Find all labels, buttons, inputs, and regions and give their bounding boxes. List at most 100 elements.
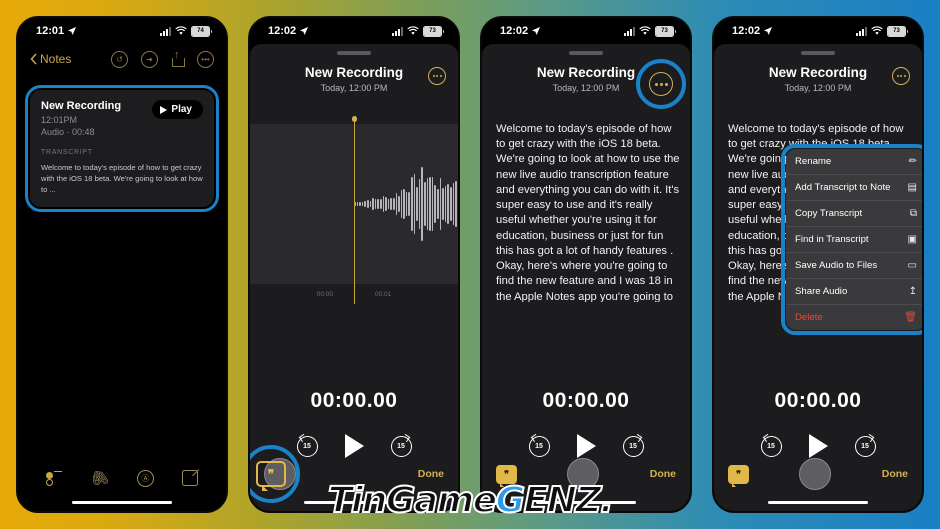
sheet-grabber[interactable] <box>801 51 835 55</box>
signal-icon <box>624 26 635 36</box>
status-bar: 12:02 73 <box>714 18 922 44</box>
back-to-notes-button[interactable]: Notes <box>30 52 71 66</box>
share-icon[interactable] <box>171 50 185 67</box>
skip-back-15-icon[interactable]: 15 <box>760 435 782 457</box>
more-options-icon[interactable]: ••• <box>197 50 214 68</box>
sheet-grabber[interactable] <box>337 51 371 55</box>
skip-forward-15-icon[interactable]: 15 <box>622 435 644 457</box>
battery-icon: 74 <box>191 25 212 37</box>
phone-recording-transcript: 12:02 73 New Recording Today, 12:00 PM W… <box>480 16 692 513</box>
status-bar: 12:02 73 <box>482 18 690 44</box>
sheet-subtitle: Today, 12:00 PM <box>784 83 852 93</box>
undo-icon[interactable]: ↺ <box>111 50 128 68</box>
signal-icon <box>160 26 171 36</box>
playback-timer: 00:00.00 <box>310 389 398 412</box>
home-indicator <box>72 500 172 504</box>
done-button[interactable]: Done <box>882 468 908 480</box>
waveform-end-time: 00:01 <box>375 291 392 298</box>
done-button[interactable]: Done <box>418 468 444 480</box>
transcript-preview: Welcome to today's episode of how to get… <box>41 163 203 194</box>
transcript-label: TRANSCRIPT <box>41 149 93 156</box>
waveform-time-labels: 00:00 00:01 <box>250 291 458 298</box>
highlight-ring <box>781 144 922 335</box>
skip-back-15-icon[interactable]: 15 <box>296 435 318 457</box>
record-button[interactable] <box>799 458 832 490</box>
skip-back-15-icon[interactable]: 15 <box>528 435 550 457</box>
recording-time: 12:01PM <box>41 115 78 125</box>
recording-card-container: New Recording 12:01PM Audio · 00:48 Play… <box>25 85 219 212</box>
more-options-icon[interactable] <box>892 67 910 85</box>
recording-title: New Recording <box>41 100 122 112</box>
paperclip-icon[interactable]: 🖇 <box>87 466 112 489</box>
location-arrow-icon <box>532 27 541 35</box>
sheet-bottom-bar: ❞ Done <box>714 458 922 490</box>
watermark-part2: G <box>495 479 527 522</box>
recording-sheet: New Recording Today, 12:00 PM Welcome to… <box>714 44 922 511</box>
checklist-icon[interactable] <box>45 471 62 486</box>
watermark-part3: ENZ. <box>523 479 615 522</box>
location-arrow-icon <box>764 27 773 35</box>
wifi-icon <box>639 26 651 35</box>
recording-card[interactable]: New Recording 12:01PM Audio · 00:48 Play… <box>30 90 214 207</box>
done-button[interactable]: Done <box>650 468 676 480</box>
sheet-grabber[interactable] <box>569 51 603 55</box>
watermark-part1: TinGame <box>327 479 498 522</box>
playback-timer: 00:00.00 <box>774 389 862 412</box>
location-arrow-icon <box>68 27 77 35</box>
status-time: 12:02 <box>500 25 529 37</box>
skip-forward-15-icon[interactable]: 15 <box>390 435 412 457</box>
notes-nav-bar: Notes ↺ ➜ ••• <box>18 44 226 74</box>
status-bar: 12:01 74 <box>18 18 226 44</box>
redo-icon[interactable]: ➜ <box>141 50 158 68</box>
sheet-subtitle: Today, 12:00 PM <box>320 83 388 93</box>
play-label: Play <box>171 104 192 115</box>
notes-bottom-toolbar: 🖇 Ⓐ <box>18 461 226 495</box>
compose-icon[interactable] <box>181 470 198 486</box>
transcript-text[interactable]: Welcome to today's episode of how to get… <box>496 122 680 302</box>
more-options-icon[interactable] <box>649 72 673 96</box>
signal-icon <box>392 26 403 36</box>
status-bar: 12:02 73 <box>250 18 458 44</box>
home-indicator <box>768 500 868 504</box>
recording-duration: Audio · 00:48 <box>41 127 95 137</box>
playback-timer: 00:00.00 <box>542 389 630 412</box>
skip-forward-15-icon[interactable]: 15 <box>854 435 876 457</box>
status-time: 12:01 <box>36 25 65 37</box>
waveform-bars <box>354 164 458 244</box>
sheet-title: New Recording <box>304 65 404 80</box>
context-menu-container: Rename ✏ Add Transcript to Note ▤ Copy Trans… <box>781 144 922 335</box>
battery-icon: 73 <box>423 25 444 37</box>
status-time: 12:02 <box>268 25 297 37</box>
status-time: 12:02 <box>732 25 761 37</box>
signal-icon <box>856 26 867 36</box>
battery-icon: 73 <box>887 25 908 37</box>
wifi-icon <box>871 26 883 35</box>
play-button[interactable]: Play <box>152 100 203 119</box>
playback-controls: 15 15 <box>482 434 690 458</box>
chevron-left-icon <box>30 53 37 65</box>
sheet-title: New Recording <box>768 65 868 80</box>
transcript-toggle-icon[interactable]: ❞ <box>728 464 749 487</box>
transcript-toggle-icon[interactable]: ❞ <box>256 461 286 491</box>
markup-icon[interactable]: Ⓐ <box>137 469 154 487</box>
wifi-icon <box>175 26 187 35</box>
playback-controls: 15 15 <box>714 434 922 458</box>
location-arrow-icon <box>300 27 309 35</box>
recording-sheet: New Recording Today, 12:00 PM Welcome to… <box>482 44 690 511</box>
play-triangle-icon <box>160 105 168 114</box>
battery-icon: 73 <box>655 25 676 37</box>
highlight-ring <box>636 59 686 109</box>
phone-recording-context-menu: 12:02 73 New Recording Today, 12:00 PM W… <box>712 16 924 513</box>
more-options-icon[interactable] <box>428 67 446 85</box>
back-label: Notes <box>40 52 72 66</box>
waveform-panel[interactable] <box>250 116 458 304</box>
waveform-start-time: 00:00 <box>316 291 333 298</box>
watermark: TinGameGENZ. <box>327 479 615 522</box>
play-button[interactable] <box>576 434 596 458</box>
playhead-icon[interactable] <box>351 116 358 304</box>
wifi-icon <box>407 26 419 35</box>
play-button[interactable] <box>808 434 828 458</box>
phone-recording-waveform: 12:02 73 New Recording Today, 12:00 PM 0… <box>248 16 460 513</box>
phone-gallery: 12:01 74 Notes ↺ ➜ ••• <box>0 0 940 529</box>
play-button[interactable] <box>344 434 364 458</box>
